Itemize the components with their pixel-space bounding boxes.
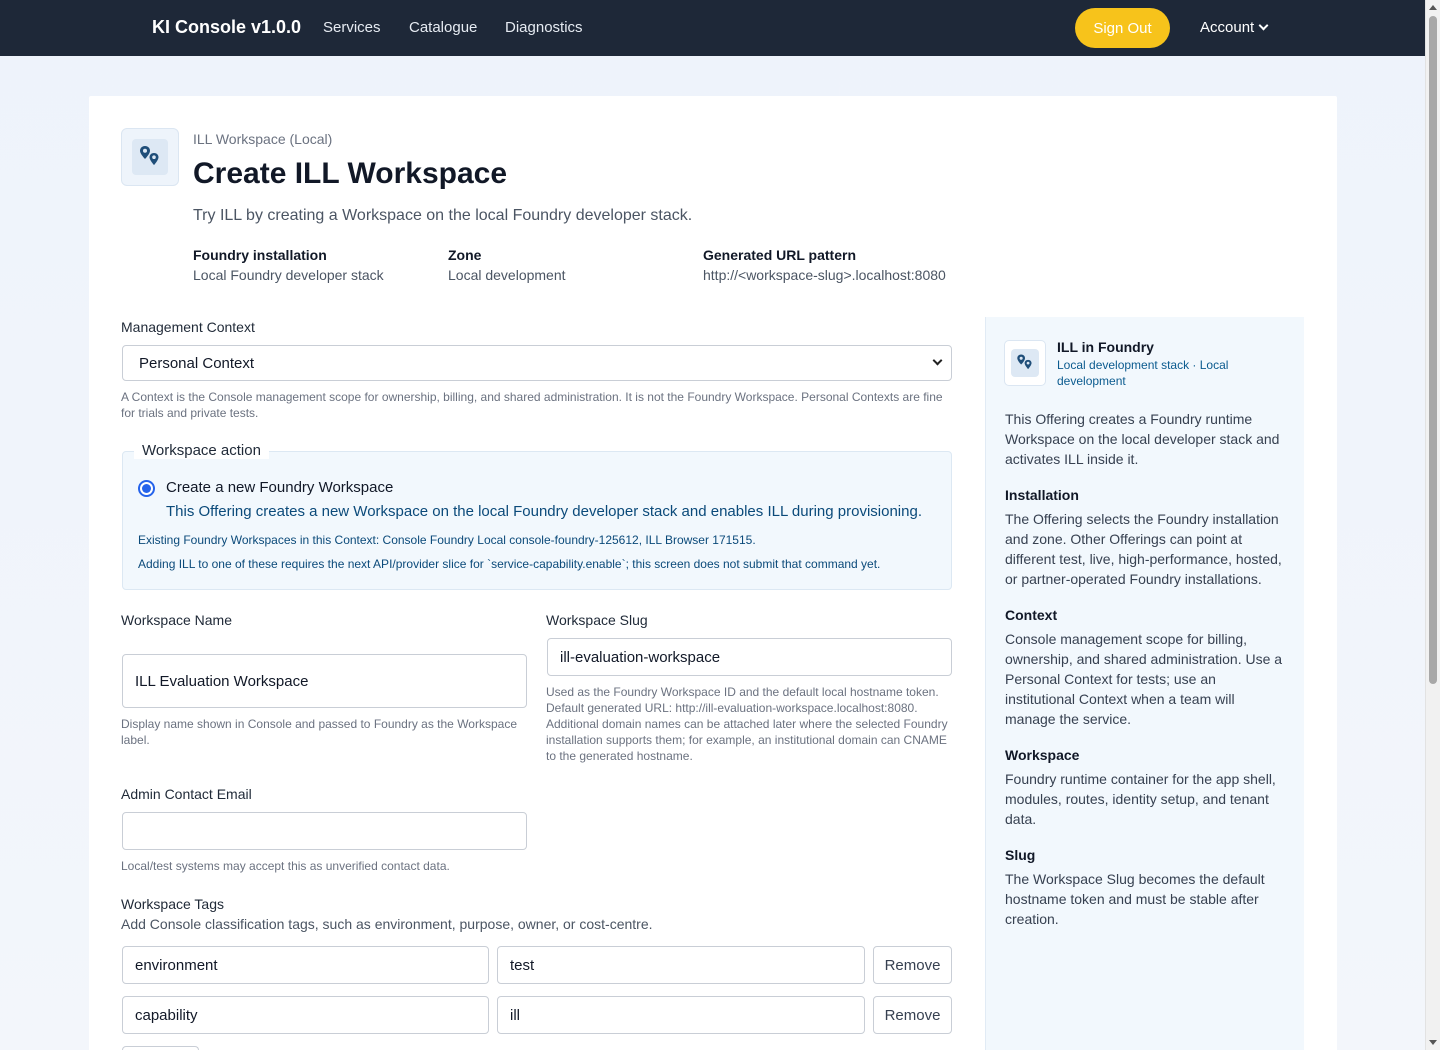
map-pin-icon xyxy=(1017,354,1032,370)
account-label: Account xyxy=(1200,19,1255,36)
workspace-slug-label: Workspace Slug xyxy=(546,612,648,628)
sign-out-button[interactable]: Sign Out xyxy=(1075,8,1170,48)
map-pin-icon xyxy=(140,146,159,165)
tag-key-input[interactable]: environment xyxy=(122,946,489,984)
workspace-name-help: Display name shown in Console and passed… xyxy=(121,717,517,747)
workspace-slug-help: Used as the Foundry Workspace ID and the… xyxy=(546,685,948,763)
meta-zone-label: Zone xyxy=(448,247,482,263)
chevron-down-icon xyxy=(932,355,943,366)
top-navbar: KI Console v1.0.0 Services Catalogue Dia… xyxy=(0,0,1425,56)
admin-email-label: Admin Contact Email xyxy=(121,786,252,802)
tag-value-input[interactable]: test xyxy=(497,946,865,984)
side-text-context: Console management scope for billing, ow… xyxy=(1005,631,1283,727)
account-menu[interactable]: Account xyxy=(1200,19,1269,36)
admin-email-input[interactable] xyxy=(122,812,527,850)
side-heading-context: Context xyxy=(1005,607,1058,623)
capability-enable-note: Adding ILL to one of these requires the … xyxy=(138,557,881,571)
scroll-thumb[interactable] xyxy=(1429,16,1437,684)
meta-url-label: Generated URL pattern xyxy=(703,247,856,263)
workspace-action-legend: Workspace action xyxy=(134,442,269,459)
brand-title[interactable]: KI Console v1.0.0 xyxy=(152,17,301,38)
side-heading-workspace: Workspace xyxy=(1005,747,1080,763)
side-offering-icon xyxy=(1004,340,1046,386)
meta-installation-label: Foundry installation xyxy=(193,247,327,263)
page-title: Create ILL Workspace xyxy=(193,157,508,190)
side-text-workspace: Foundry runtime container for the app sh… xyxy=(1005,771,1276,827)
workspace-slug-input[interactable]: ill-evaluation-workspace xyxy=(547,638,952,676)
offering-icon xyxy=(121,128,179,186)
side-title: ILL in Foundry xyxy=(1057,339,1154,355)
tag-remove-button[interactable]: Remove xyxy=(873,996,952,1034)
create-new-workspace-description: This Offering creates a new Workspace on… xyxy=(166,503,922,520)
side-text-slug: The Workspace Slug becomes the default h… xyxy=(1005,871,1265,927)
side-heading-installation: Installation xyxy=(1005,487,1079,503)
workspace-tags-label: Workspace Tags xyxy=(121,896,224,912)
scroll-down-arrow-icon[interactable] xyxy=(1429,1040,1437,1045)
meta-url-value: http://<workspace-slug>.localhost:8080 xyxy=(703,267,946,283)
side-intro: This Offering creates a Foundry runtime … xyxy=(1005,411,1280,467)
existing-workspaces-note: Existing Foundry Workspaces in this Cont… xyxy=(138,533,756,547)
page-scrollbar[interactable] xyxy=(1425,0,1440,1050)
page-subtitle: Try ILL by creating a Workspace on the l… xyxy=(193,207,693,224)
nav-services[interactable]: Services xyxy=(323,19,381,36)
workspace-tags-help: Add Console classification tags, such as… xyxy=(121,916,653,932)
add-tag-button[interactable] xyxy=(122,1046,199,1050)
context-help: A Context is the Console management scop… xyxy=(121,390,943,420)
scroll-up-arrow-icon[interactable] xyxy=(1429,5,1437,10)
context-label: Management Context xyxy=(121,319,255,335)
side-text-installation: The Offering selects the Foundry install… xyxy=(1005,511,1282,587)
side-heading-slug: Slug xyxy=(1005,847,1036,863)
create-new-workspace-radio[interactable] xyxy=(138,480,155,497)
page-eyebrow: ILL Workspace (Local) xyxy=(193,131,333,147)
tag-remove-button[interactable]: Remove xyxy=(873,946,952,984)
chevron-down-icon xyxy=(1258,20,1269,31)
meta-installation-value: Local Foundry developer stack xyxy=(193,267,384,283)
tag-value-input[interactable]: ill xyxy=(497,996,865,1034)
side-subtitle: Local development stack · Local developm… xyxy=(1057,358,1229,388)
context-select-value: Personal Context xyxy=(139,355,255,372)
tag-key-input[interactable]: capability xyxy=(122,996,489,1034)
workspace-name-label: Workspace Name xyxy=(121,612,233,628)
nav-catalogue[interactable]: Catalogue xyxy=(409,19,477,36)
workspace-name-input[interactable]: ILL Evaluation Workspace xyxy=(122,654,527,708)
nav-diagnostics[interactable]: Diagnostics xyxy=(505,19,583,36)
create-new-workspace-label[interactable]: Create a new Foundry Workspace xyxy=(166,479,393,496)
admin-email-help: Local/test systems may accept this as un… xyxy=(121,859,450,873)
context-select[interactable]: Personal Context xyxy=(122,345,952,381)
meta-zone-value: Local development xyxy=(448,267,566,283)
